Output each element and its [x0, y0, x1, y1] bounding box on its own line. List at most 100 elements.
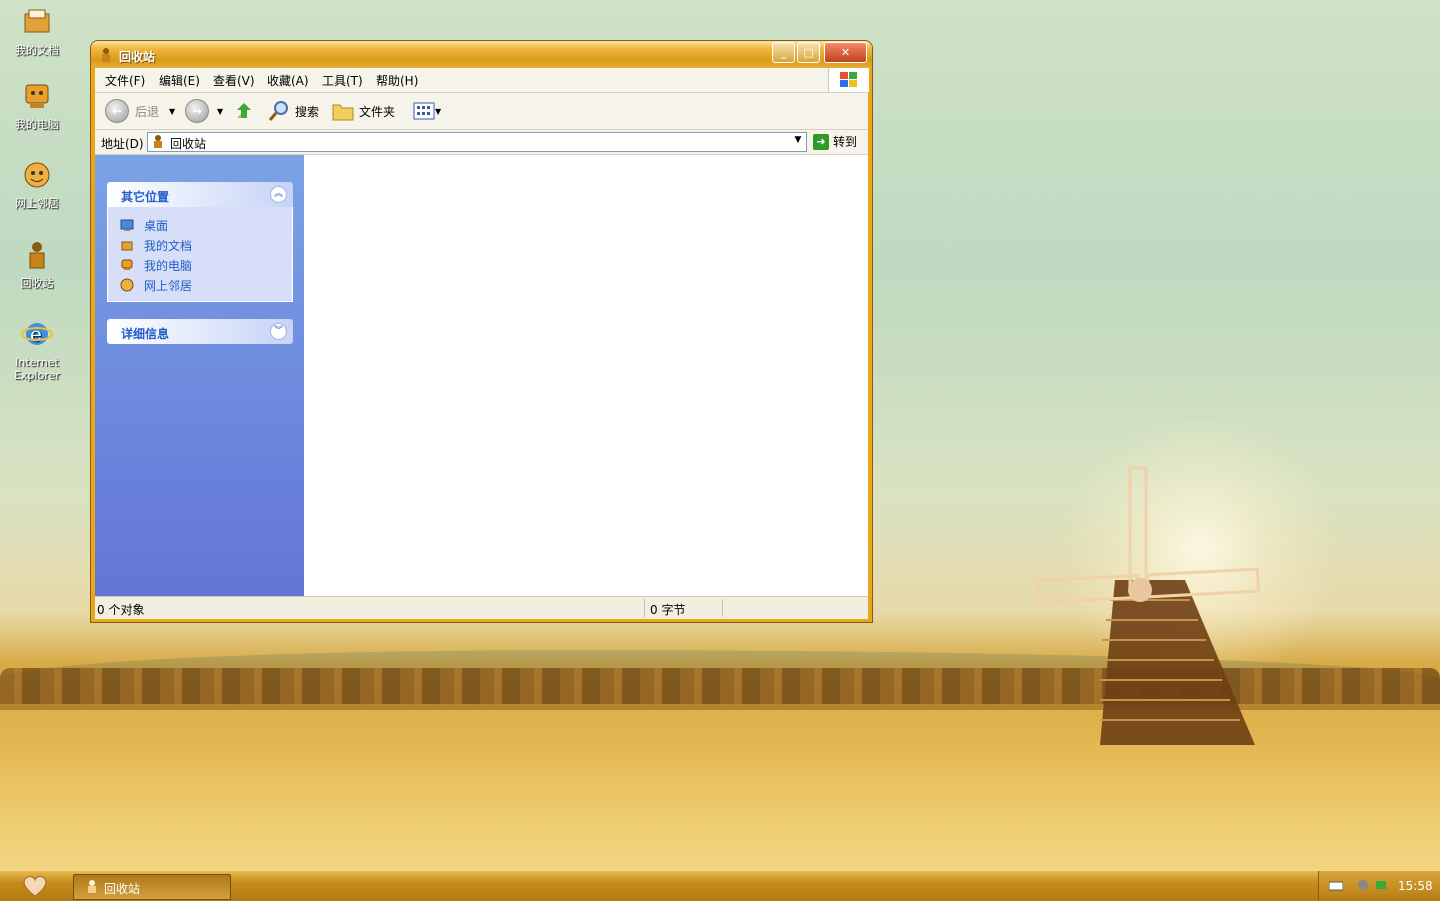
window-title: 回收站: [119, 50, 156, 64]
volume-icon[interactable]: [1357, 879, 1369, 891]
start-heart-icon: [23, 876, 47, 897]
expand-chevron-icon[interactable]: ︾: [270, 323, 287, 340]
status-bar: 0 个对象 0 字节: [95, 596, 868, 619]
desktop-icon-label: 网上邻居: [15, 197, 59, 210]
task-pane: 其它位置 ︽ 桌面 我的文档 我的电脑 网上邻居 详细信息 ︾: [95, 155, 304, 596]
place-link-my-computer[interactable]: 我的电脑: [108, 255, 292, 275]
forward-button[interactable]: → ▼: [185, 99, 223, 123]
address-dropdown-icon[interactable]: ▼: [792, 135, 804, 149]
menu-view[interactable]: 查看(V): [213, 72, 255, 89]
menu-edit[interactable]: 编辑(E): [159, 72, 200, 89]
back-arrow-icon: ←: [105, 99, 129, 123]
my-computer-icon: [25, 84, 49, 108]
other-places-body: 桌面 我的文档 我的电脑 网上邻居: [107, 207, 293, 302]
folders-button[interactable]: 文件夹: [331, 99, 395, 123]
folders-label: 文件夹: [359, 104, 396, 119]
menu-favorites[interactable]: 收藏(A): [267, 72, 309, 89]
recycle-bin-icon: [102, 48, 110, 62]
recycle-bin-icon: [88, 880, 96, 893]
back-button[interactable]: ← 后退 ▼: [105, 99, 175, 123]
network-places-icon: [120, 278, 134, 292]
address-label: 地址(D): [101, 137, 144, 151]
status-object-count: 0 个对象: [97, 603, 145, 617]
other-places-header[interactable]: 其它位置 ︽: [107, 182, 293, 207]
forward-dropdown-icon[interactable]: ▼: [217, 107, 223, 116]
place-link-desktop[interactable]: 桌面: [108, 215, 292, 235]
recycle-bin-icon: [29, 242, 45, 269]
clock[interactable]: 15:58: [1398, 879, 1433, 893]
taskbar-item-recycle-bin[interactable]: 回收站: [73, 874, 231, 900]
windows-flag-icon: [840, 72, 857, 87]
details-title: 详细信息: [121, 327, 170, 341]
views-grid-icon: [413, 102, 435, 120]
address-value: 回收站: [170, 137, 207, 151]
go-button[interactable]: ➜ 转到: [813, 133, 857, 150]
toolbar: ← 后退 ▼ → ▼ 搜索 文件夹 ▼: [95, 93, 868, 130]
network-places-icon: [24, 162, 50, 188]
search-button[interactable]: 搜索: [267, 99, 319, 123]
search-label: 搜索: [295, 104, 320, 119]
status-divider: [722, 599, 723, 617]
desktop-icon: [120, 219, 134, 231]
other-places-title: 其它位置: [121, 190, 170, 204]
views-dropdown-icon: ▼: [435, 106, 442, 116]
close-button[interactable]: ✕: [824, 42, 867, 63]
taskbar-item-label: 回收站: [104, 882, 141, 896]
menu-tools[interactable]: 工具(T): [322, 72, 363, 89]
keyboard-icon[interactable]: [1329, 881, 1343, 891]
go-label: 转到: [833, 135, 858, 149]
details-panel: 详细信息 ︾: [107, 319, 293, 344]
minimize-button[interactable]: _: [772, 42, 795, 63]
title-bar[interactable]: 回收站 _ □ ✕: [91, 41, 872, 68]
desktop-icon-my-computer[interactable]: 我的电脑: [6, 80, 68, 131]
internet-explorer-icon: e: [21, 322, 53, 346]
desktop-icon-my-documents[interactable]: 我的文档: [6, 6, 68, 57]
status-divider: [644, 599, 645, 617]
recycle-bin-window: 回收站 _ □ ✕ 文件(F) 编辑(E) 查看(V) 收藏(A) 工具(T) …: [91, 41, 872, 622]
place-link-my-documents[interactable]: 我的文档: [108, 235, 292, 255]
place-link-network-places[interactable]: 网上邻居: [108, 275, 292, 295]
desktop-icon-network-places[interactable]: 网上邻居: [6, 159, 68, 210]
address-bar: 地址(D) 回收站 ▼ ➜ 转到: [95, 130, 868, 155]
window-client: 文件(F) 编辑(E) 查看(V) 收藏(A) 工具(T) 帮助(H) ← 后退…: [95, 68, 869, 619]
network-status-icon[interactable]: [1375, 879, 1387, 891]
maximize-button[interactable]: □: [797, 42, 820, 63]
place-link-label: 桌面: [144, 218, 169, 233]
back-dropdown-icon[interactable]: ▼: [169, 107, 175, 116]
start-button[interactable]: [0, 871, 66, 901]
address-input[interactable]: 回收站 ▼: [147, 132, 807, 152]
windows-logo: [828, 68, 869, 92]
folder-icon: [332, 104, 354, 121]
file-list-area[interactable]: [304, 155, 868, 596]
place-link-label: 我的文档: [144, 238, 193, 253]
desktop-icon-label: 我的文档: [15, 44, 59, 57]
menu-bar: 文件(F) 编辑(E) 查看(V) 收藏(A) 工具(T) 帮助(H): [95, 68, 869, 93]
status-size: 0 字节: [650, 603, 686, 617]
up-folder-button[interactable]: [233, 99, 255, 123]
desktop-icon-label: 我的电脑: [15, 118, 59, 131]
menu-file[interactable]: 文件(F): [105, 72, 145, 89]
recycle-bin-icon: [154, 135, 162, 148]
up-arrow-icon: [237, 103, 251, 118]
desktop-icon-label: 回收站: [20, 277, 54, 290]
back-label: 后退: [135, 104, 160, 119]
views-button[interactable]: ▼: [413, 99, 441, 123]
other-places-panel: 其它位置 ︽ 桌面 我的文档 我的电脑 网上邻居: [107, 182, 293, 302]
menu-help[interactable]: 帮助(H): [376, 72, 418, 89]
desktop-icon-internet-explorer[interactable]: e Internet Explorer: [6, 318, 68, 382]
forward-arrow-icon: →: [185, 99, 209, 123]
taskbar: 回收站 15:58: [0, 870, 1440, 901]
desktop-icon-recycle-bin[interactable]: 回收站: [6, 239, 68, 290]
place-link-label: 我的电脑: [144, 258, 193, 273]
go-arrow-icon: ➜: [813, 133, 829, 150]
desktop-icon-label: Internet Explorer: [14, 356, 60, 382]
my-computer-icon: [121, 259, 133, 270]
my-documents-icon: [24, 9, 50, 33]
place-link-label: 网上邻居: [144, 278, 193, 293]
svg-text:e: e: [30, 322, 42, 346]
details-header[interactable]: 详细信息 ︾: [107, 319, 293, 344]
search-icon: [268, 101, 288, 121]
windmill-wallpaper: [1035, 466, 1261, 745]
my-documents-icon: [121, 241, 133, 251]
collapse-chevron-icon[interactable]: ︽: [270, 186, 287, 203]
